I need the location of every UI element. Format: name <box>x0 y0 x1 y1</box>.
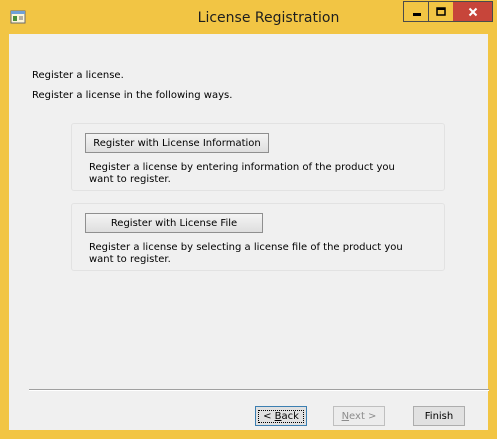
title-bar[interactable]: License Registration <box>1 1 496 34</box>
finish-button[interactable]: Finish <box>413 406 465 426</box>
maximize-button[interactable] <box>428 1 454 22</box>
license-info-group: Register with License Information Regist… <box>71 123 445 191</box>
close-button[interactable] <box>453 1 493 22</box>
register-with-license-information-button[interactable]: Register with License Information <box>85 133 269 153</box>
license-file-description: Register a license by selecting a licens… <box>89 242 403 265</box>
minimize-button[interactable] <box>403 1 429 22</box>
close-icon <box>468 7 477 16</box>
intro-subheading: Register a license in the following ways… <box>32 90 233 101</box>
register-with-license-file-button[interactable]: Register with License File <box>85 213 263 233</box>
back-button-label: < Back <box>258 409 304 423</box>
next-button[interactable]: Next > <box>333 406 385 426</box>
minimize-icon <box>412 12 421 16</box>
next-button-label: Next > <box>341 410 377 422</box>
intro-heading: Register a license. <box>32 70 124 81</box>
license-registration-window: License Registration Register a license.… <box>0 0 497 439</box>
license-file-group: Register with License File Register a li… <box>71 203 445 271</box>
back-button[interactable]: < Back <box>255 406 307 426</box>
dialog-content: Register a license. Register a license i… <box>9 34 489 430</box>
license-info-description: Register a license by entering informati… <box>89 162 395 185</box>
maximize-icon <box>436 6 446 16</box>
footer-separator <box>29 389 489 391</box>
